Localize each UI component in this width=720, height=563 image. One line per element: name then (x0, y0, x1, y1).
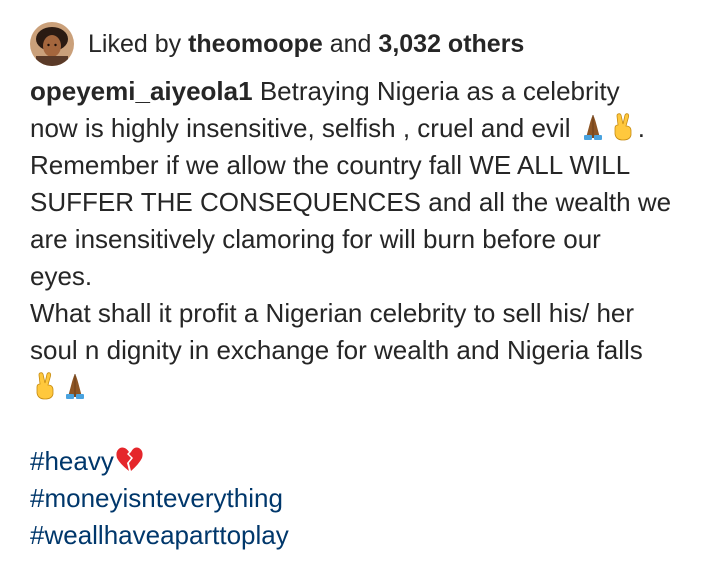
hashtag-link[interactable]: #moneyisnteverything (30, 483, 283, 513)
likes-middle: and (329, 29, 372, 58)
likes-row[interactable]: Liked by theomoope and 3,032 others (30, 20, 524, 68)
likes-prefix: Liked by (88, 29, 182, 58)
caption-username[interactable]: opeyemi_aiyeola1 (30, 76, 253, 106)
avatar[interactable] (30, 22, 74, 66)
caption-line-1: opeyemi_aiyeola1 Betraying Nigeria as a … (30, 73, 710, 110)
broken-heart-icon (114, 444, 144, 474)
caption-line-2: now is highly insensitive, selfish , cru… (30, 110, 710, 147)
caption-text: . (637, 113, 645, 143)
hashtag-line-3: #weallhaveaparttoplay (30, 517, 710, 554)
praying-hands-icon (578, 111, 608, 141)
caption-line-3: Remember if we allow the country fall WE… (30, 150, 631, 180)
hashtag-line-1: #heavy (30, 443, 710, 480)
caption-line-6: eyes. (30, 261, 93, 291)
victory-hand-icon (608, 111, 638, 141)
caption-line-8: soul n dignity in exchange for wealth an… (30, 335, 643, 365)
caption-text: Betraying Nigeria as a celebrity (259, 76, 620, 106)
likes-summary[interactable]: Liked by theomoope and 3,032 others (88, 30, 524, 59)
caption-line-5: are insensitively clamoring for will bur… (30, 224, 601, 254)
caption-text: now is highly insensitive, selfish , cru… (30, 113, 571, 143)
hashtag-line-2: #moneyisnteverything (30, 480, 710, 517)
hashtag-link[interactable]: #weallhaveaparttoplay (30, 520, 289, 550)
caption-line-7: What shall it profit a Nigerian celebrit… (30, 298, 635, 328)
praying-hands-icon (60, 370, 90, 400)
caption-line-4: SUFFER THE CONSEQUENCES and all the weal… (30, 187, 672, 217)
victory-hand-icon (30, 370, 60, 400)
likes-count[interactable]: 3,032 others (378, 30, 524, 58)
post-caption: opeyemi_aiyeola1 Betraying Nigeria as a … (30, 73, 710, 554)
liked-by-username[interactable]: theomoope (188, 30, 323, 58)
caption-emoji-line (30, 369, 710, 406)
hashtag-link[interactable]: #heavy (30, 446, 114, 476)
